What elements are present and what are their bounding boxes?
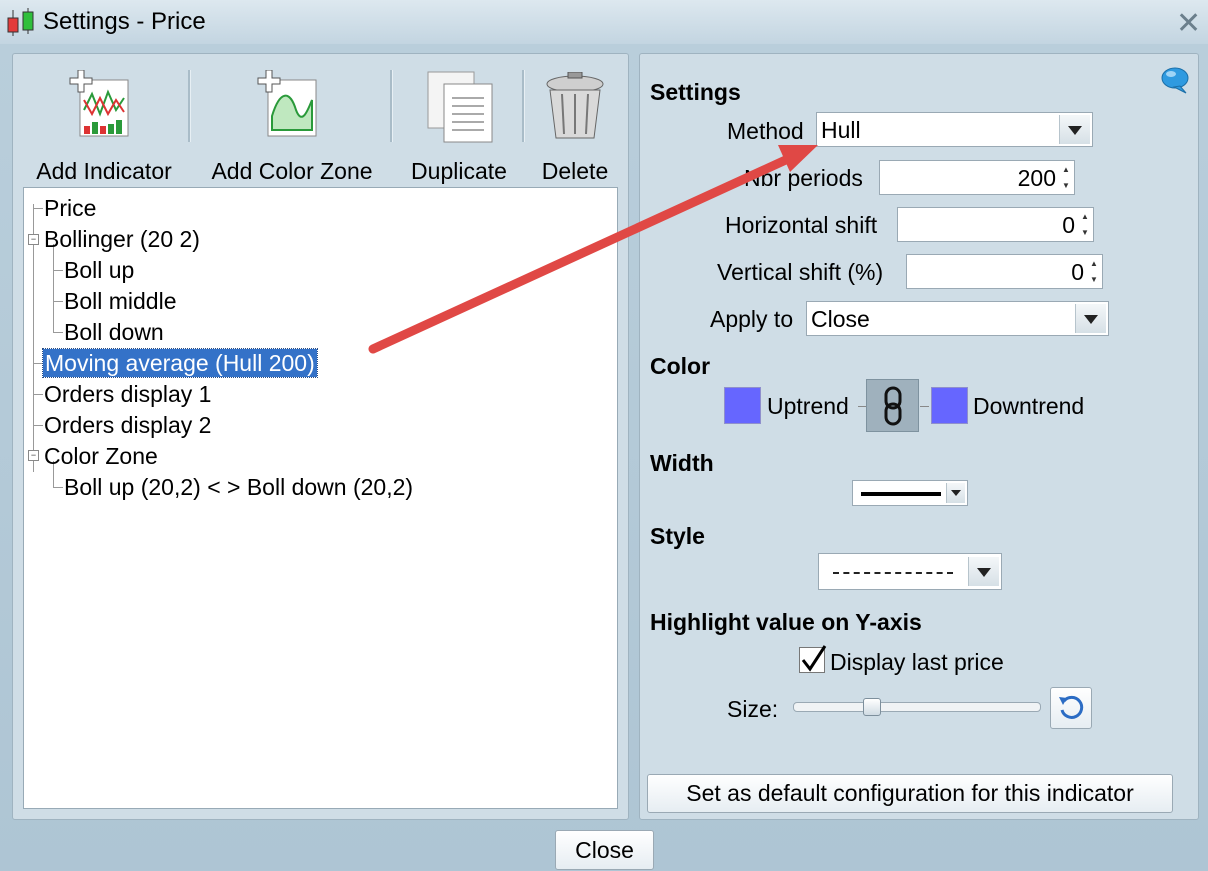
vertical-shift-value: 0 xyxy=(1071,259,1084,285)
tree-item-bollinger[interactable]: Bollinger (20 2) xyxy=(44,225,200,253)
horizontal-shift-label: Horizontal shift xyxy=(725,212,878,238)
add-color-zone-icon xyxy=(257,70,317,137)
tree-item-price[interactable]: Price xyxy=(44,194,96,222)
speech-bubble-icon[interactable] xyxy=(1160,66,1190,94)
nbr-periods-spinner[interactable]: 200 ▲ ▼ xyxy=(879,160,1075,195)
settings-heading: Settings xyxy=(650,79,741,105)
uptrend-color-swatch[interactable] xyxy=(724,387,761,424)
reset-icon xyxy=(1059,695,1084,719)
vertical-shift-label: Vertical shift (%) xyxy=(717,259,884,285)
color-heading: Color xyxy=(650,353,711,379)
chevron-down-icon[interactable] xyxy=(1075,304,1106,333)
style-heading: Style xyxy=(650,523,705,549)
line-style-select[interactable] xyxy=(818,553,1002,590)
apply-to-value: Close xyxy=(811,306,870,332)
line-width-select[interactable] xyxy=(852,480,968,506)
toolbar-divider xyxy=(390,70,393,142)
downtrend-label: Downtrend xyxy=(973,393,1085,419)
delete-label: Delete xyxy=(541,158,609,184)
delete-button[interactable]: Delete xyxy=(534,70,616,184)
size-slider-thumb[interactable] xyxy=(863,698,881,716)
apply-to-select[interactable]: Close xyxy=(806,301,1109,336)
line-style-preview xyxy=(833,572,953,574)
spin-down-icon[interactable]: ▼ xyxy=(1078,225,1092,240)
tree-connector xyxy=(53,301,63,302)
settings-window: Settings - Price ✕ Add Indicator Add Col… xyxy=(0,0,1208,871)
apply-to-label: Apply to xyxy=(710,306,794,332)
duplicate-label: Duplicate xyxy=(411,158,507,184)
title-bar: Settings - Price ✕ xyxy=(0,0,1208,44)
spin-down-icon[interactable]: ▼ xyxy=(1087,272,1101,287)
nbr-periods-label: Nbr periods xyxy=(744,165,863,191)
tree-connector xyxy=(53,487,63,488)
tree-item-orders-display-2[interactable]: Orders display 2 xyxy=(44,411,211,439)
link-colors-button[interactable] xyxy=(866,379,919,432)
display-last-price-label: Display last price xyxy=(830,649,1004,675)
tree-connector xyxy=(53,332,63,333)
downtrend-color-swatch[interactable] xyxy=(931,387,968,424)
close-button[interactable]: Close xyxy=(555,830,654,870)
spin-up-icon[interactable]: ▲ xyxy=(1087,256,1101,271)
vertical-shift-spinner[interactable]: 0 ▲ ▼ xyxy=(906,254,1103,289)
display-last-price-checkbox[interactable] xyxy=(799,645,827,673)
checkmark-icon xyxy=(801,645,827,672)
horizontal-shift-spinner[interactable]: 0 ▲ ▼ xyxy=(897,207,1094,242)
add-color-zone-button[interactable]: Add Color Zone xyxy=(202,70,382,184)
add-color-zone-label: Add Color Zone xyxy=(211,158,373,184)
tree-connector xyxy=(53,244,54,333)
method-select[interactable]: Hull xyxy=(816,112,1093,147)
width-heading: Width xyxy=(650,450,714,476)
uptrend-label: Uptrend xyxy=(767,393,849,419)
add-indicator-label: Add Indicator xyxy=(36,158,172,184)
tree-connector xyxy=(33,425,43,426)
collapse-color-zone-icon[interactable]: − xyxy=(28,450,39,461)
reset-size-button[interactable] xyxy=(1050,687,1092,729)
tree-connector xyxy=(33,394,43,395)
horizontal-shift-value: 0 xyxy=(1062,212,1075,238)
duplicate-icon xyxy=(427,71,493,143)
toolbar-divider xyxy=(522,70,525,142)
tree-connector xyxy=(33,363,43,364)
link-connector xyxy=(858,406,866,407)
indicator-tree[interactable]: − − Price Bollinger (20 2) Boll up Boll … xyxy=(23,187,618,809)
tree-item-boll-zone[interactable]: Boll up (20,2) < > Boll down (20,2) xyxy=(64,473,413,501)
toolbar-divider xyxy=(188,70,191,142)
chevron-down-icon[interactable] xyxy=(946,483,965,503)
spin-up-icon[interactable]: ▲ xyxy=(1059,162,1073,177)
close-window-icon[interactable]: ✕ xyxy=(1176,6,1201,41)
tree-item-boll-down[interactable]: Boll down xyxy=(64,318,164,346)
tree-item-color-zone[interactable]: Color Zone xyxy=(44,442,158,470)
tree-item-moving-average[interactable]: Moving average (Hull 200) xyxy=(42,348,318,378)
size-label: Size: xyxy=(727,696,779,722)
candlestick-app-icon xyxy=(7,8,34,36)
highlight-heading: Highlight value on Y-axis xyxy=(650,609,922,635)
link-connector xyxy=(920,406,929,407)
line-width-preview xyxy=(861,492,941,496)
collapse-bollinger-icon[interactable]: − xyxy=(28,234,39,245)
tree-item-orders-display-1[interactable]: Orders display 1 xyxy=(44,380,211,408)
tree-connector xyxy=(53,270,63,271)
nbr-periods-value: 200 xyxy=(1017,165,1056,191)
chevron-down-icon[interactable] xyxy=(968,557,999,586)
tree-item-boll-up[interactable]: Boll up xyxy=(64,256,134,284)
tree-item-boll-middle[interactable]: Boll middle xyxy=(64,287,177,315)
chevron-down-icon[interactable] xyxy=(1059,115,1090,144)
add-indicator-icon xyxy=(69,70,129,137)
chain-link-icon xyxy=(884,386,902,426)
set-default-button[interactable]: Set as default configuration for this in… xyxy=(647,774,1173,813)
spin-down-icon[interactable]: ▼ xyxy=(1059,178,1073,193)
window-title: Settings - Price xyxy=(43,8,206,35)
size-slider-track[interactable] xyxy=(793,698,1041,716)
duplicate-button[interactable]: Duplicate xyxy=(402,70,516,184)
method-label: Method xyxy=(727,118,804,144)
trash-can-icon xyxy=(546,72,604,139)
tree-connector xyxy=(33,208,43,209)
add-indicator-button[interactable]: Add Indicator xyxy=(28,70,180,184)
spin-up-icon[interactable]: ▲ xyxy=(1078,209,1092,224)
method-value: Hull xyxy=(821,117,861,143)
